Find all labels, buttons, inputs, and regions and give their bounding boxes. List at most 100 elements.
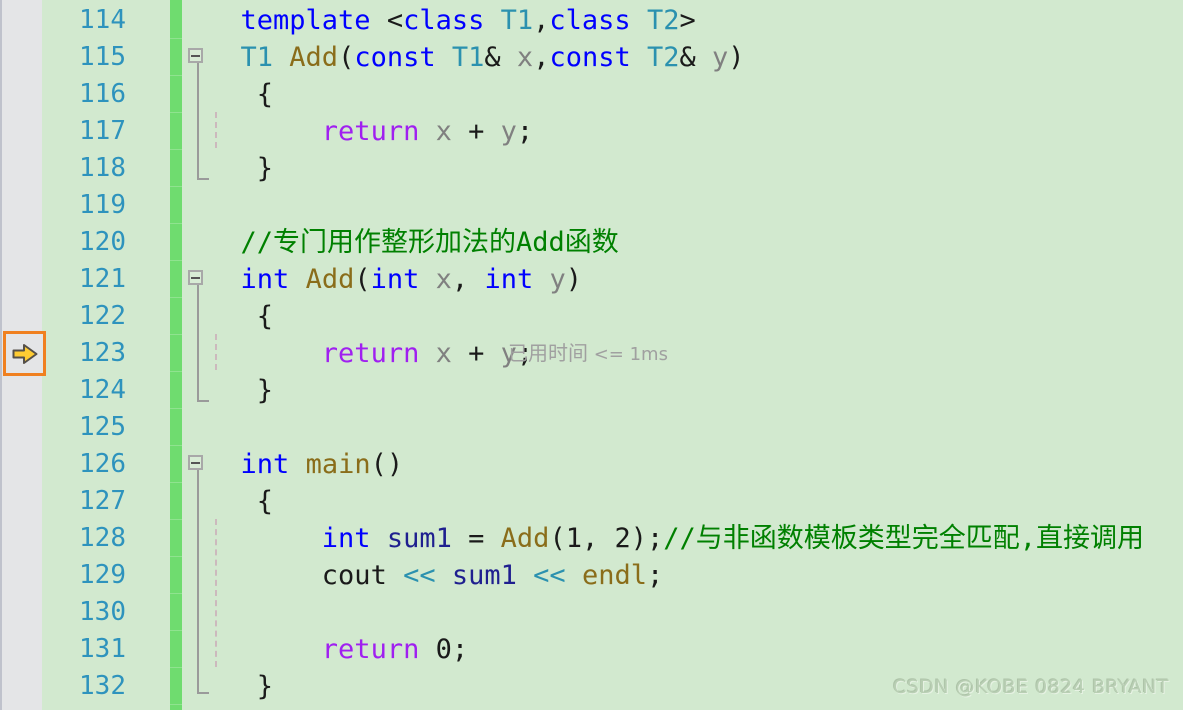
code-token: > (679, 5, 696, 36)
line-number: 130 (79, 597, 126, 627)
code-token: ( (338, 42, 355, 73)
code-line[interactable]: return x + y; (182, 335, 1183, 372)
code-line[interactable]: int Add(int x, int y) (182, 261, 1183, 298)
code-token: y (712, 42, 729, 73)
code-token: ); (630, 523, 664, 554)
code-token: } (208, 375, 274, 406)
code-surface[interactable]: template <class T1,class T2> T1 Add(cons… (182, 0, 1183, 710)
code-token: () (370, 449, 404, 480)
code-token: int (240, 449, 290, 480)
line-number: 119 (79, 190, 126, 220)
code-token: y (549, 264, 566, 295)
code-line-text: } (208, 150, 273, 187)
elapsed-time-hint-label: 已用时间 (508, 341, 588, 365)
change-bar-segment (170, 75, 182, 76)
line-number: 118 (79, 153, 126, 183)
code-line[interactable]: return 0; (182, 631, 1183, 668)
code-token: , (451, 264, 485, 295)
code-token: , (533, 5, 550, 36)
code-token: //与非函数模板类型完全匹配,直接调用 (663, 523, 1145, 554)
code-token: int (370, 264, 420, 295)
code-token: T2 (646, 5, 680, 36)
code-line-text: int main() (208, 446, 404, 483)
line-number: 125 (79, 412, 126, 442)
change-bar-segment (170, 112, 182, 113)
collapse-minus-icon-line-126[interactable] (188, 455, 203, 470)
change-bar-segment (170, 334, 182, 335)
code-line[interactable]: //专门用作整形加法的Add函数 (182, 224, 1183, 261)
code-token: ; (646, 560, 664, 591)
line-number: 127 (79, 486, 126, 516)
line-number: 116 (79, 79, 126, 109)
code-token: 1 (565, 523, 582, 554)
line-number: 132 (79, 671, 126, 701)
change-bar-segment (170, 223, 182, 224)
change-bar-segment (170, 186, 182, 187)
execution-pointer-arrow-icon[interactable] (3, 331, 46, 376)
code-token: & (679, 42, 713, 73)
code-line-text: template <class T1,class T2> (208, 2, 696, 39)
code-token: & (484, 42, 517, 73)
code-line[interactable] (182, 187, 1183, 224)
code-line[interactable]: } (182, 150, 1183, 187)
indent-guide-main (215, 519, 217, 667)
code-token: x (435, 338, 452, 369)
code-token: = (451, 523, 501, 554)
change-bar-segment (170, 371, 182, 372)
code-token: return (321, 338, 420, 369)
code-line[interactable]: cout << sum1 << endl; (182, 557, 1183, 594)
code-line-text: T1 Add(const T1& x,const T2& y) (208, 39, 745, 76)
code-token: ( (354, 264, 371, 295)
code-line[interactable]: } (182, 372, 1183, 409)
code-editor-window: template <class T1,class T2> T1 Add(cons… (0, 0, 1183, 710)
code-line[interactable] (182, 409, 1183, 446)
collapse-minus-icon-line-115[interactable] (188, 48, 203, 63)
line-number: 121 (79, 264, 126, 294)
code-token: y (500, 116, 517, 147)
collapse-minus-icon-line-121[interactable] (188, 270, 203, 285)
code-token: x (435, 264, 452, 295)
line-number: 120 (79, 227, 126, 257)
code-token: ) (728, 42, 745, 73)
structure-guide-foot-template-add (197, 178, 209, 180)
code-token: class (403, 5, 485, 36)
code-line[interactable]: { (182, 483, 1183, 520)
code-token: Add (500, 523, 550, 554)
code-line[interactable]: T1 Add(const T1& x,const T2& y) (182, 39, 1183, 76)
line-number: 131 (79, 634, 126, 664)
line-number: 128 (79, 523, 126, 553)
code-line[interactable]: { (182, 298, 1183, 335)
code-token: { (208, 486, 274, 517)
code-token: ) (565, 264, 583, 295)
code-token: int (484, 264, 534, 295)
code-token: int (321, 523, 371, 554)
code-line[interactable]: int main() (182, 446, 1183, 483)
code-line[interactable]: return x + y; (182, 113, 1183, 150)
code-token: } (208, 671, 274, 702)
code-line-text: int sum1 = Add(1, 2);//与非函数模板类型完全匹配,直接调用 (208, 520, 1144, 557)
code-line[interactable] (182, 594, 1183, 631)
code-line-text: } (208, 668, 273, 705)
code-line[interactable]: { (182, 76, 1183, 113)
change-bar-segment (170, 556, 182, 557)
line-number: 122 (79, 301, 126, 331)
code-line[interactable]: template <class T1,class T2> (182, 2, 1183, 39)
indent-guide-int-add (215, 334, 217, 370)
change-bar (170, 0, 182, 710)
code-token: template (240, 5, 371, 36)
structure-guide-int-add (197, 284, 199, 402)
code-token: { (208, 301, 274, 332)
code-line[interactable]: int sum1 = Add(1, 2);//与非函数模板类型完全匹配,直接调用 (182, 520, 1183, 557)
